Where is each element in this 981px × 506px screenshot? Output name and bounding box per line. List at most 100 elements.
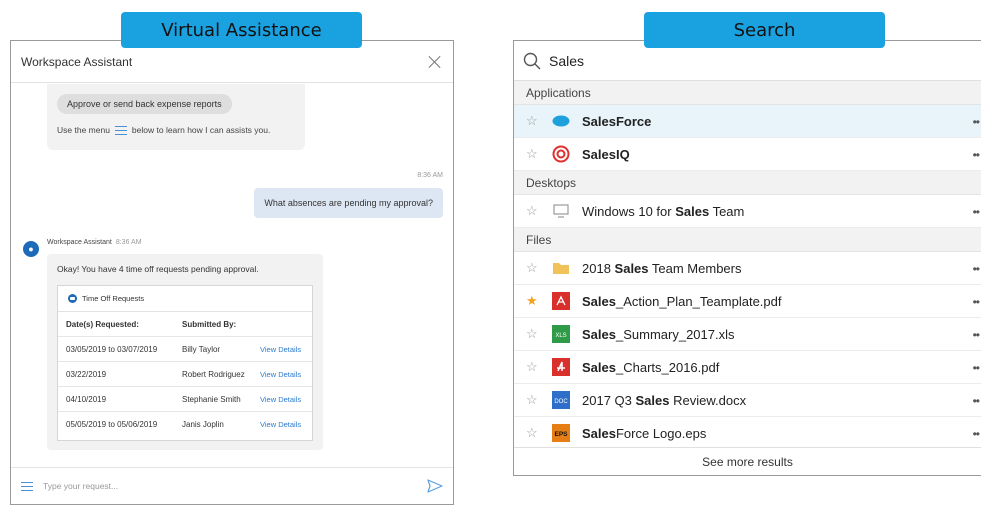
table-row: 05/05/2019 to 05/06/2019 Janis Joplin Vi… [58, 412, 312, 437]
search-result-eps[interactable]: ☆ EPS SalesForce Logo.eps •• [514, 417, 981, 450]
result-label: SalesForce Logo.eps [582, 425, 707, 441]
help-prefix: Use the menu [57, 125, 110, 135]
result-label: Sales_Charts_2016.pdf [582, 359, 720, 375]
result-label: 2018 Sales Team Members [582, 260, 742, 276]
result-label: 2017 Q3 Sales Review.docx [582, 392, 747, 408]
search-banner: Search [644, 12, 885, 48]
view-details-link[interactable]: View Details [260, 395, 301, 404]
row-dates: 05/05/2019 to 05/06/2019 [66, 420, 158, 429]
see-more-results-button[interactable]: See more results [514, 447, 981, 475]
chat-request-input[interactable] [43, 481, 427, 491]
bot-time: 8:36 AM [115, 239, 142, 246]
salesforce-cloud-icon [552, 112, 570, 130]
row-submitter: Janis Joplin [182, 420, 224, 429]
bot-meta: Workspace Assistant 8:36 AM [47, 239, 142, 246]
header-dates: Date(s) Requested: [66, 319, 139, 329]
result-label: Sales_Summary_2017.xls [582, 326, 735, 342]
more-options-icon[interactable]: •• [973, 328, 980, 342]
table-row: 04/10/2019 Stephanie Smith View Details [58, 387, 312, 412]
search-result-pdf-action-plan[interactable]: ★ Sales_Action_Plan_Teamplate.pdf •• [514, 285, 981, 318]
row-submitter: Robert Rodriguez [182, 369, 245, 379]
assistant-message-bubble: Approve or send back expense reports Use… [47, 84, 305, 150]
search-result-docx[interactable]: ☆ DOC 2017 Q3 Sales Review.docx •• [514, 384, 981, 417]
row-dates: 04/10/2019 [66, 394, 107, 404]
assistant-chat-panel: Workspace Assistant Approve or send back… [10, 40, 454, 505]
monitor-icon [552, 202, 570, 220]
search-result-salesiq[interactable]: ☆ SalesIQ •• [514, 138, 981, 171]
bot-message: Okay! You have 4 time off requests pendi… [57, 264, 259, 274]
card-title: Time Off Requests [82, 294, 145, 303]
star-icon[interactable]: ☆ [526, 146, 540, 162]
result-label: SalesIQ [582, 146, 630, 162]
section-applications: Applications [514, 81, 981, 105]
salesiq-target-icon [552, 145, 570, 163]
user-message-bubble: What absences are pending my approval? [254, 188, 443, 218]
word-doc-icon: DOC [552, 391, 570, 409]
excel-icon: XLS [552, 325, 570, 343]
star-icon[interactable]: ☆ [526, 113, 540, 129]
pdf-icon [552, 292, 570, 310]
time-off-card: Time Off Requests Date(s) Requested: Sub… [57, 285, 313, 441]
search-result-pdf-charts[interactable]: ☆ Sales_Charts_2016.pdf •• [514, 351, 981, 384]
help-suffix: below to learn how I can assists you. [131, 125, 271, 135]
more-options-icon[interactable]: •• [973, 295, 980, 309]
menu-icon[interactable] [21, 481, 33, 491]
section-desktops: Desktops [514, 171, 981, 195]
more-options-icon[interactable]: •• [973, 148, 980, 162]
row-dates: 03/05/2019 to 03/07/2019 [66, 344, 158, 354]
more-options-icon[interactable]: •• [973, 427, 980, 441]
virtual-assistance-banner: Virtual Assistance [121, 12, 362, 48]
search-result-desktop[interactable]: ☆ Windows 10 for Sales Team •• [514, 195, 981, 228]
view-details-link[interactable]: View Details [260, 370, 301, 379]
assistant-avatar-icon: ● [23, 241, 39, 257]
menu-icon [114, 125, 127, 135]
star-icon[interactable]: ☆ [526, 260, 540, 276]
star-icon[interactable]: ☆ [526, 392, 540, 408]
chat-footer [11, 467, 453, 504]
search-result-folder[interactable]: ☆ 2018 Sales Team Members •• [514, 252, 981, 285]
star-icon[interactable]: ☆ [526, 326, 540, 342]
search-icon [523, 52, 541, 69]
more-options-icon[interactable]: •• [973, 115, 980, 129]
svg-text:DOC: DOC [554, 399, 568, 405]
result-label: Windows 10 for Sales Team [582, 203, 745, 219]
help-text: Use the menu below to learn how I can as… [57, 125, 270, 135]
row-submitter: Billy Taylor [182, 344, 221, 354]
calendar-icon [68, 294, 77, 303]
table-header-row: Date(s) Requested: Submitted By: [58, 312, 312, 337]
bot-name: Workspace Assistant [47, 239, 112, 246]
card-header: Time Off Requests [58, 286, 312, 312]
user-message-time: 8:36 AM [417, 172, 443, 179]
svg-text:XLS: XLS [555, 333, 566, 339]
svg-text:EPS: EPS [554, 431, 568, 438]
result-label: SalesForce [582, 113, 652, 129]
search-result-xls[interactable]: ☆ XLS Sales_Summary_2017.xls •• [514, 318, 981, 351]
more-options-icon[interactable]: •• [973, 262, 980, 276]
bot-response-bubble: Okay! You have 4 time off requests pendi… [47, 254, 323, 450]
section-files: Files [514, 228, 981, 252]
eps-icon: EPS [552, 424, 570, 442]
more-options-icon[interactable]: •• [973, 394, 980, 408]
star-icon[interactable]: ☆ [526, 203, 540, 219]
row-submitter: Stephanie Smith [182, 394, 241, 404]
expense-reports-chip[interactable]: Approve or send back expense reports [57, 94, 232, 114]
star-filled-icon[interactable]: ★ [526, 293, 540, 309]
view-details-link[interactable]: View Details [260, 420, 301, 429]
header-submitted-by: Submitted By: [182, 319, 237, 329]
more-options-icon[interactable]: •• [973, 361, 980, 375]
table-row: 03/22/2019 Robert Rodriguez View Details [58, 362, 312, 387]
row-dates: 03/22/2019 [66, 369, 107, 379]
search-input[interactable] [549, 52, 929, 69]
search-panel: Applications ☆ SalesForce •• ☆ SalesIQ •… [513, 40, 981, 476]
close-icon[interactable] [427, 54, 443, 70]
result-label: Sales_Action_Plan_Teamplate.pdf [582, 293, 782, 309]
table-row: 03/05/2019 to 03/07/2019 Billy Taylor Vi… [58, 337, 312, 362]
send-icon[interactable] [427, 479, 443, 493]
star-icon[interactable]: ☆ [526, 359, 540, 375]
view-details-link[interactable]: View Details [260, 345, 301, 354]
star-icon[interactable]: ☆ [526, 425, 540, 441]
search-result-salesforce[interactable]: ☆ SalesForce •• [514, 105, 981, 138]
more-options-icon[interactable]: •• [973, 205, 980, 219]
folder-icon [552, 259, 570, 277]
chat-title: Workspace Assistant [21, 54, 133, 69]
